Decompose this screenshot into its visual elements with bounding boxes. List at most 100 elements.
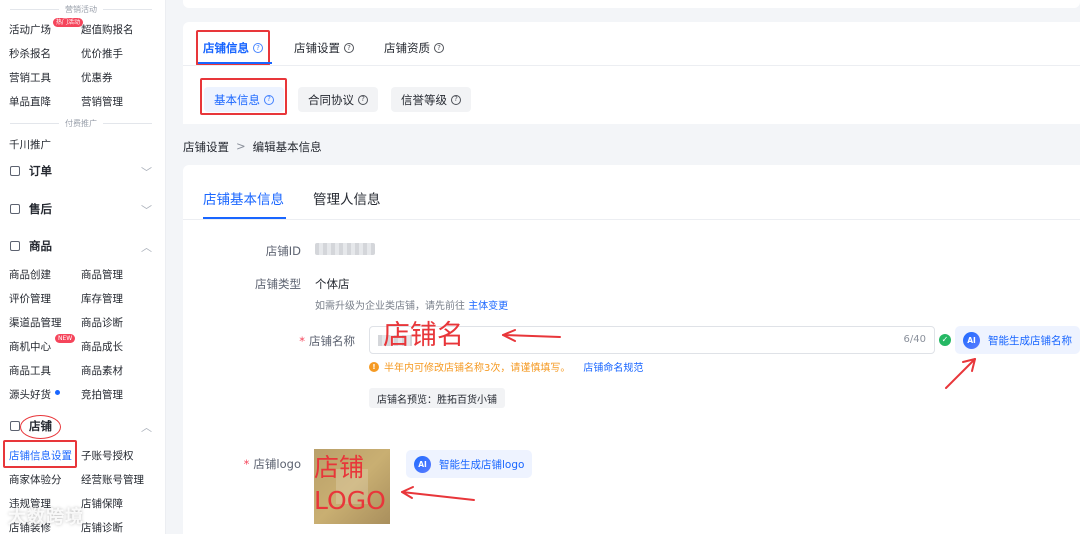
sidebar-item-marketing-manage[interactable]: 营销管理 <box>81 94 123 109</box>
shop-id-label: 店铺ID <box>265 244 301 258</box>
chevron-right-icon: > <box>236 139 246 153</box>
app: 营销活动 活动广场 热门活动 超值购报名 秒杀报名 优价推手 营销工具 优惠券 … <box>0 0 1080 534</box>
new-badge: NEW <box>55 334 76 343</box>
sidebar-item-product-create[interactable]: 商品创建 <box>9 267 51 282</box>
ai-generate-logo-button[interactable]: AI 智能生成店铺logo <box>406 450 533 478</box>
tab-shop-qualification-label: 店铺资质 <box>384 41 430 55</box>
sidebar: 营销活动 活动广场 热门活动 超值购报名 秒杀报名 优价推手 营销工具 优惠券 … <box>0 0 166 534</box>
chevron-up-icon: ︿ <box>141 421 152 434</box>
sidebar-item-product-diagnosis[interactable]: 商品诊断 <box>81 315 123 330</box>
upgrade-hint-text: 如需升级为企业类店铺，请先前往 <box>315 301 465 312</box>
shop-type-value: 个体店 <box>315 277 350 291</box>
sidebar-item-super-value[interactable]: 超值购报名 <box>81 22 134 37</box>
shop-icon <box>10 421 20 431</box>
sidebar-item-shop-diagnosis[interactable]: 店铺诊断 <box>81 520 123 534</box>
shop-type-label: 店铺类型 <box>255 277 301 291</box>
check-icon: ✓ <box>939 334 951 346</box>
breadcrumb-current: 编辑基本信息 <box>252 140 322 154</box>
tab-active-indicator <box>198 62 272 64</box>
sidebar-item-opportunity[interactable]: 商机中心 <box>9 339 51 354</box>
sidebar-item-product-growth[interactable]: 商品成长 <box>81 339 123 354</box>
sidebar-item-shop-guarantee[interactable]: 店铺保障 <box>81 496 123 511</box>
subject-change-link[interactable]: 主体变更 <box>468 301 508 312</box>
hot-badge: 热门活动 <box>53 18 84 27</box>
chevron-down-icon: ﹀ <box>141 204 152 217</box>
sidebar-item-stock-manage[interactable]: 库存管理 <box>81 291 123 306</box>
ai-generate-name-label: 智能生成店铺名称 <box>988 334 1072 347</box>
tab-shop-qualification[interactable]: 店铺资质 ? <box>384 40 444 56</box>
sidebar-group-order-label: 订单 <box>29 164 52 178</box>
tab-shop-settings[interactable]: 店铺设置 ? <box>294 40 354 56</box>
sidebar-item-direct-discount[interactable]: 单品直降 <box>9 94 51 109</box>
ai-generate-name-button[interactable]: AI 智能生成店铺名称 <box>955 326 1080 354</box>
form-tab-divider <box>183 219 1080 220</box>
shop-name-label: * 店铺名称 <box>230 333 355 349</box>
annotation-logo-line1: 店铺 <box>314 453 365 482</box>
name-warning: ! 半年内可修改店铺名称3次，请谨慎填写。 店铺命名规范 <box>369 359 643 374</box>
paid-header: 付费推广 <box>10 118 152 128</box>
ai-icon: AI <box>963 331 980 349</box>
logo-label-text: 店铺logo <box>253 457 301 471</box>
sidebar-group-product[interactable]: 商品 ︿ <box>10 236 156 256</box>
ai-generate-logo-label: 智能生成店铺logo <box>439 458 525 471</box>
name-preview: 店铺名预览：胜拓百货小铺 <box>369 388 505 408</box>
breadcrumb-parent[interactable]: 店铺设置 <box>183 139 229 155</box>
sidebar-group-product-label: 商品 <box>29 239 52 253</box>
watermark: 大数跨境 <box>8 507 84 528</box>
paid-header-label: 付费推广 <box>65 118 97 128</box>
new-dot <box>55 390 60 395</box>
subtab-credit-level[interactable]: 信誉等级 ? <box>391 87 471 112</box>
aftersale-icon <box>10 204 20 214</box>
form-tab-manager[interactable]: 管理人信息 <box>313 188 381 208</box>
sidebar-item-channel-product[interactable]: 渠道品管理 <box>9 315 62 330</box>
sidebar-group-order[interactable]: 订单 ﹀ <box>10 161 156 181</box>
annotation-box-shop-info <box>3 440 77 468</box>
sidebar-group-aftersale-label: 售后 <box>29 202 52 216</box>
sidebar-item-account-manage[interactable]: 经营账号管理 <box>81 472 144 487</box>
sidebar-group-aftersale[interactable]: 售后 ﹀ <box>10 199 156 219</box>
form-tab-basic[interactable]: 店铺基本信息 <box>203 188 284 208</box>
marketing-header: 营销活动 <box>10 4 152 14</box>
sidebar-item-marketing-tools[interactable]: 营销工具 <box>9 70 51 85</box>
naming-rule-link[interactable]: 店铺命名规范 <box>583 359 643 374</box>
upgrade-hint: 如需升级为企业类店铺，请先前往 主体变更 <box>315 297 508 312</box>
sidebar-item-source-goods[interactable]: 源头好货 <box>9 387 51 402</box>
sidebar-item-product-tools[interactable]: 商品工具 <box>9 363 51 378</box>
sidebar-item-qianchuan[interactable]: 千川推广 <box>9 137 51 152</box>
name-warning-text: 半年内可修改店铺名称3次，请谨慎填写。 <box>384 363 571 374</box>
char-count: 6/40 <box>903 334 926 345</box>
required-mark: * <box>299 334 305 348</box>
help-icon: ? <box>358 94 368 105</box>
annotation-box-tab <box>196 30 270 66</box>
sidebar-item-coupon[interactable]: 优惠券 <box>81 70 113 85</box>
sidebar-item-product-material[interactable]: 商品素材 <box>81 363 123 378</box>
help-icon: ? <box>434 43 444 53</box>
required-mark: * <box>243 457 250 471</box>
logo-label: * 店铺logo <box>230 456 301 472</box>
shop-id-value-redacted <box>315 243 375 255</box>
ai-icon: AI <box>414 455 431 473</box>
top-card <box>183 0 1080 8</box>
marketing-header-label: 营销活动 <box>65 4 97 14</box>
sidebar-item-product-manage[interactable]: 商品管理 <box>81 267 123 282</box>
order-icon <box>10 166 20 176</box>
annotation-logo-line2: LOGO <box>314 486 386 515</box>
sidebar-item-price-push[interactable]: 优价推手 <box>81 46 123 61</box>
help-icon: ? <box>451 94 461 105</box>
subtab-contract[interactable]: 合同协议 ? <box>298 87 378 112</box>
sidebar-item-experience-score[interactable]: 商家体验分 <box>9 472 62 487</box>
sidebar-item-flash-sale[interactable]: 秒杀报名 <box>9 46 51 61</box>
sidebar-item-review-manage[interactable]: 评价管理 <box>9 291 51 306</box>
annotation-oval-shop <box>20 415 61 439</box>
help-icon: ? <box>344 43 354 53</box>
subtab-contract-label: 合同协议 <box>308 92 354 107</box>
annotation-shop-name: 店铺名 <box>383 320 464 351</box>
sidebar-item-auction[interactable]: 竞拍管理 <box>81 387 123 402</box>
subtab-credit-level-label: 信誉等级 <box>401 92 447 107</box>
sidebar-item-subaccount[interactable]: 子账号授权 <box>81 448 134 463</box>
sidebar-item-activity-square[interactable]: 活动广场 <box>9 22 51 37</box>
annotation-box-subtab <box>200 78 287 115</box>
chevron-up-icon: ︿ <box>141 241 152 254</box>
breadcrumb: 店铺设置 > 编辑基本信息 <box>183 139 322 155</box>
warning-icon: ! <box>369 361 379 372</box>
